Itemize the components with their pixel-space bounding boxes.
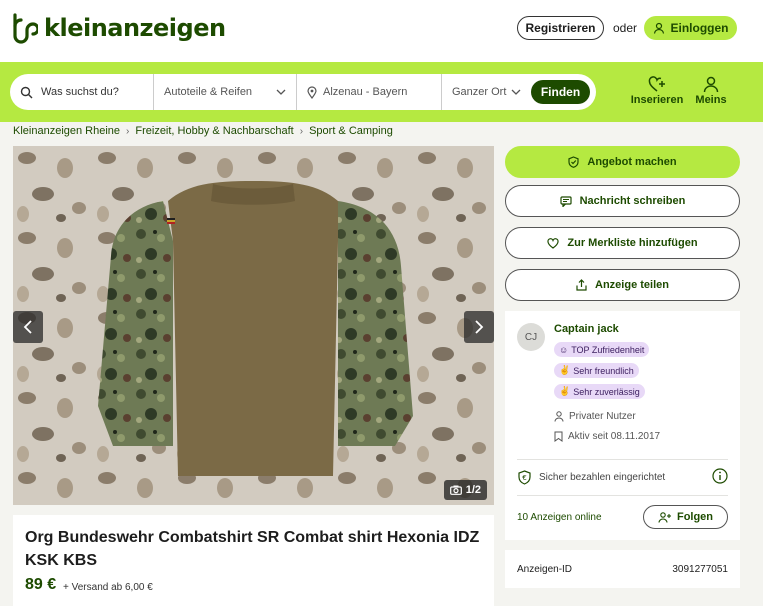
share-ad-button[interactable]: Anzeige teilen xyxy=(505,269,740,301)
location-value: Alzenau - Bayern xyxy=(323,86,408,98)
insert-ad-button[interactable]: Inserieren xyxy=(630,76,684,106)
send-message-label: Nachricht schreiben xyxy=(579,195,686,207)
badge-label: TOP Zufriedenheit xyxy=(571,344,645,355)
smiley-icon: ☺ xyxy=(559,344,569,355)
watchlist-label: Zur Merkliste hinzufügen xyxy=(567,237,698,249)
radius-value: Ganzer Ort xyxy=(452,86,507,98)
seller-card: CJ Captain jack ☺ TOP Zufriedenheit ✌ Se… xyxy=(505,311,740,540)
ad-title: Org Bundeswehr Combatshirt SR Combat shi… xyxy=(25,529,480,569)
logo[interactable]: kleinanzeigen xyxy=(10,12,226,44)
my-account-button[interactable]: Meins xyxy=(693,76,729,106)
chevron-down-icon xyxy=(276,89,286,95)
top-bar: kleinanzeigen Registrieren oder Einlogge… xyxy=(0,0,763,62)
safe-pay-text: Sicher bezahlen eingerichtet xyxy=(539,472,666,483)
make-offer-button[interactable]: Angebot machen xyxy=(505,146,740,178)
price: 89 € xyxy=(25,576,57,593)
badge-label: Sehr zuverlässig xyxy=(573,386,640,397)
thumbs-up-icon: ✌ xyxy=(559,365,571,375)
login-label: Einloggen xyxy=(670,21,729,35)
seller-name[interactable]: Captain jack xyxy=(554,323,619,335)
search-icon xyxy=(20,86,33,98)
follow-label: Folgen xyxy=(676,511,714,523)
safe-payment-info: € Sicher bezahlen eingerichtet xyxy=(517,468,728,485)
chat-icon xyxy=(560,195,572,207)
insert-label: Inserieren xyxy=(630,94,684,106)
chevron-right-icon: › xyxy=(126,125,130,137)
badge-friendly: ✌ Sehr freundlich xyxy=(554,363,639,378)
badge-reliable: ✌ Sehr zuverlässig xyxy=(554,384,645,399)
user-icon xyxy=(653,22,664,34)
breadcrumb-item-home[interactable]: Kleinanzeigen Rheine xyxy=(13,125,120,137)
badge-label: Sehr freundlich xyxy=(573,365,634,376)
divider xyxy=(517,495,728,496)
image-counter-text: 1/2 xyxy=(465,484,481,496)
logo-icon xyxy=(13,13,38,44)
add-to-watchlist-button[interactable]: Zur Merkliste hinzufügen xyxy=(505,227,740,259)
chevron-down-icon xyxy=(511,89,521,95)
previous-image-button[interactable] xyxy=(13,311,43,343)
product-image[interactable] xyxy=(13,146,494,505)
svg-text:€: € xyxy=(522,474,526,482)
ad-id-card: Anzeigen-ID 3091277051 xyxy=(505,550,740,588)
badge-top-satisfaction: ☺ TOP Zufriedenheit xyxy=(554,342,650,357)
shipping-cost: + Versand ab 6,00 € xyxy=(63,582,153,593)
active-since: Aktiv seit 08.11.2017 xyxy=(554,431,660,442)
send-message-button[interactable]: Nachricht schreiben xyxy=(505,185,740,217)
heart-icon xyxy=(547,237,560,249)
search-input[interactable]: Was suchst du? xyxy=(20,74,119,110)
ad-title-card: Org Bundeswehr Combatshirt SR Combat shi… xyxy=(13,515,494,606)
breadcrumb: Kleinanzeigen Rheine › Freizeit, Hobby &… xyxy=(13,125,393,137)
heart-plus-icon xyxy=(648,76,665,92)
bookmark-icon xyxy=(554,431,563,442)
login-button[interactable]: Einloggen xyxy=(644,16,737,40)
ads-online-link[interactable]: 10 Anzeigen online xyxy=(517,512,602,523)
seller-type-text: Privater Nutzer xyxy=(569,411,636,422)
make-offer-label: Angebot machen xyxy=(587,156,677,168)
active-since-text: Aktiv seit 08.11.2017 xyxy=(568,431,661,442)
find-button[interactable]: Finden xyxy=(531,80,590,104)
radius-select[interactable]: Ganzer Ort xyxy=(441,74,531,110)
share-label: Anzeige teilen xyxy=(595,279,669,291)
me-label: Meins xyxy=(695,94,727,106)
category-select[interactable]: Autoteile & Reifen xyxy=(153,74,296,110)
person-icon xyxy=(703,76,719,93)
search-box: Was suchst du? Autoteile & Reifen Alzena… xyxy=(10,74,596,110)
share-icon xyxy=(576,279,587,291)
avatar[interactable]: CJ xyxy=(517,323,545,351)
divider xyxy=(517,459,728,460)
chevron-right-icon xyxy=(475,320,484,334)
breadcrumb-item-hobby[interactable]: Freizeit, Hobby & Nachbarschaft xyxy=(135,125,293,137)
thumbs-up-icon: ✌ xyxy=(559,386,571,396)
search-placeholder: Was suchst du? xyxy=(41,86,119,98)
person-icon xyxy=(554,411,564,422)
ad-id-value: 3091277051 xyxy=(672,563,728,575)
image-gallery: 1/2 xyxy=(13,146,494,505)
secure-payment-icon: € xyxy=(518,470,531,485)
breadcrumb-item-sport[interactable]: Sport & Camping xyxy=(309,125,393,137)
or-label: oder xyxy=(613,21,638,35)
search-bar: Was suchst du? Autoteile & Reifen Alzena… xyxy=(0,62,763,122)
info-icon[interactable] xyxy=(712,468,728,484)
follow-button[interactable]: Folgen xyxy=(643,505,728,529)
category-value: Autoteile & Reifen xyxy=(164,86,253,98)
location-input[interactable]: Alzenau - Bayern xyxy=(296,74,441,110)
location-pin-icon xyxy=(307,85,317,99)
logo-text: kleinanzeigen xyxy=(44,14,226,42)
ad-id-label: Anzeigen-ID xyxy=(517,563,573,575)
next-image-button[interactable] xyxy=(464,311,494,343)
seller-type: Privater Nutzer xyxy=(554,411,636,422)
register-button[interactable]: Registrieren xyxy=(517,16,604,40)
chevron-left-icon xyxy=(23,320,32,334)
image-counter: 1/2 xyxy=(443,480,487,500)
chevron-right-icon: › xyxy=(299,125,304,137)
user-plus-icon xyxy=(658,511,671,523)
shield-check-icon xyxy=(568,156,579,168)
camera-icon xyxy=(449,485,462,495)
